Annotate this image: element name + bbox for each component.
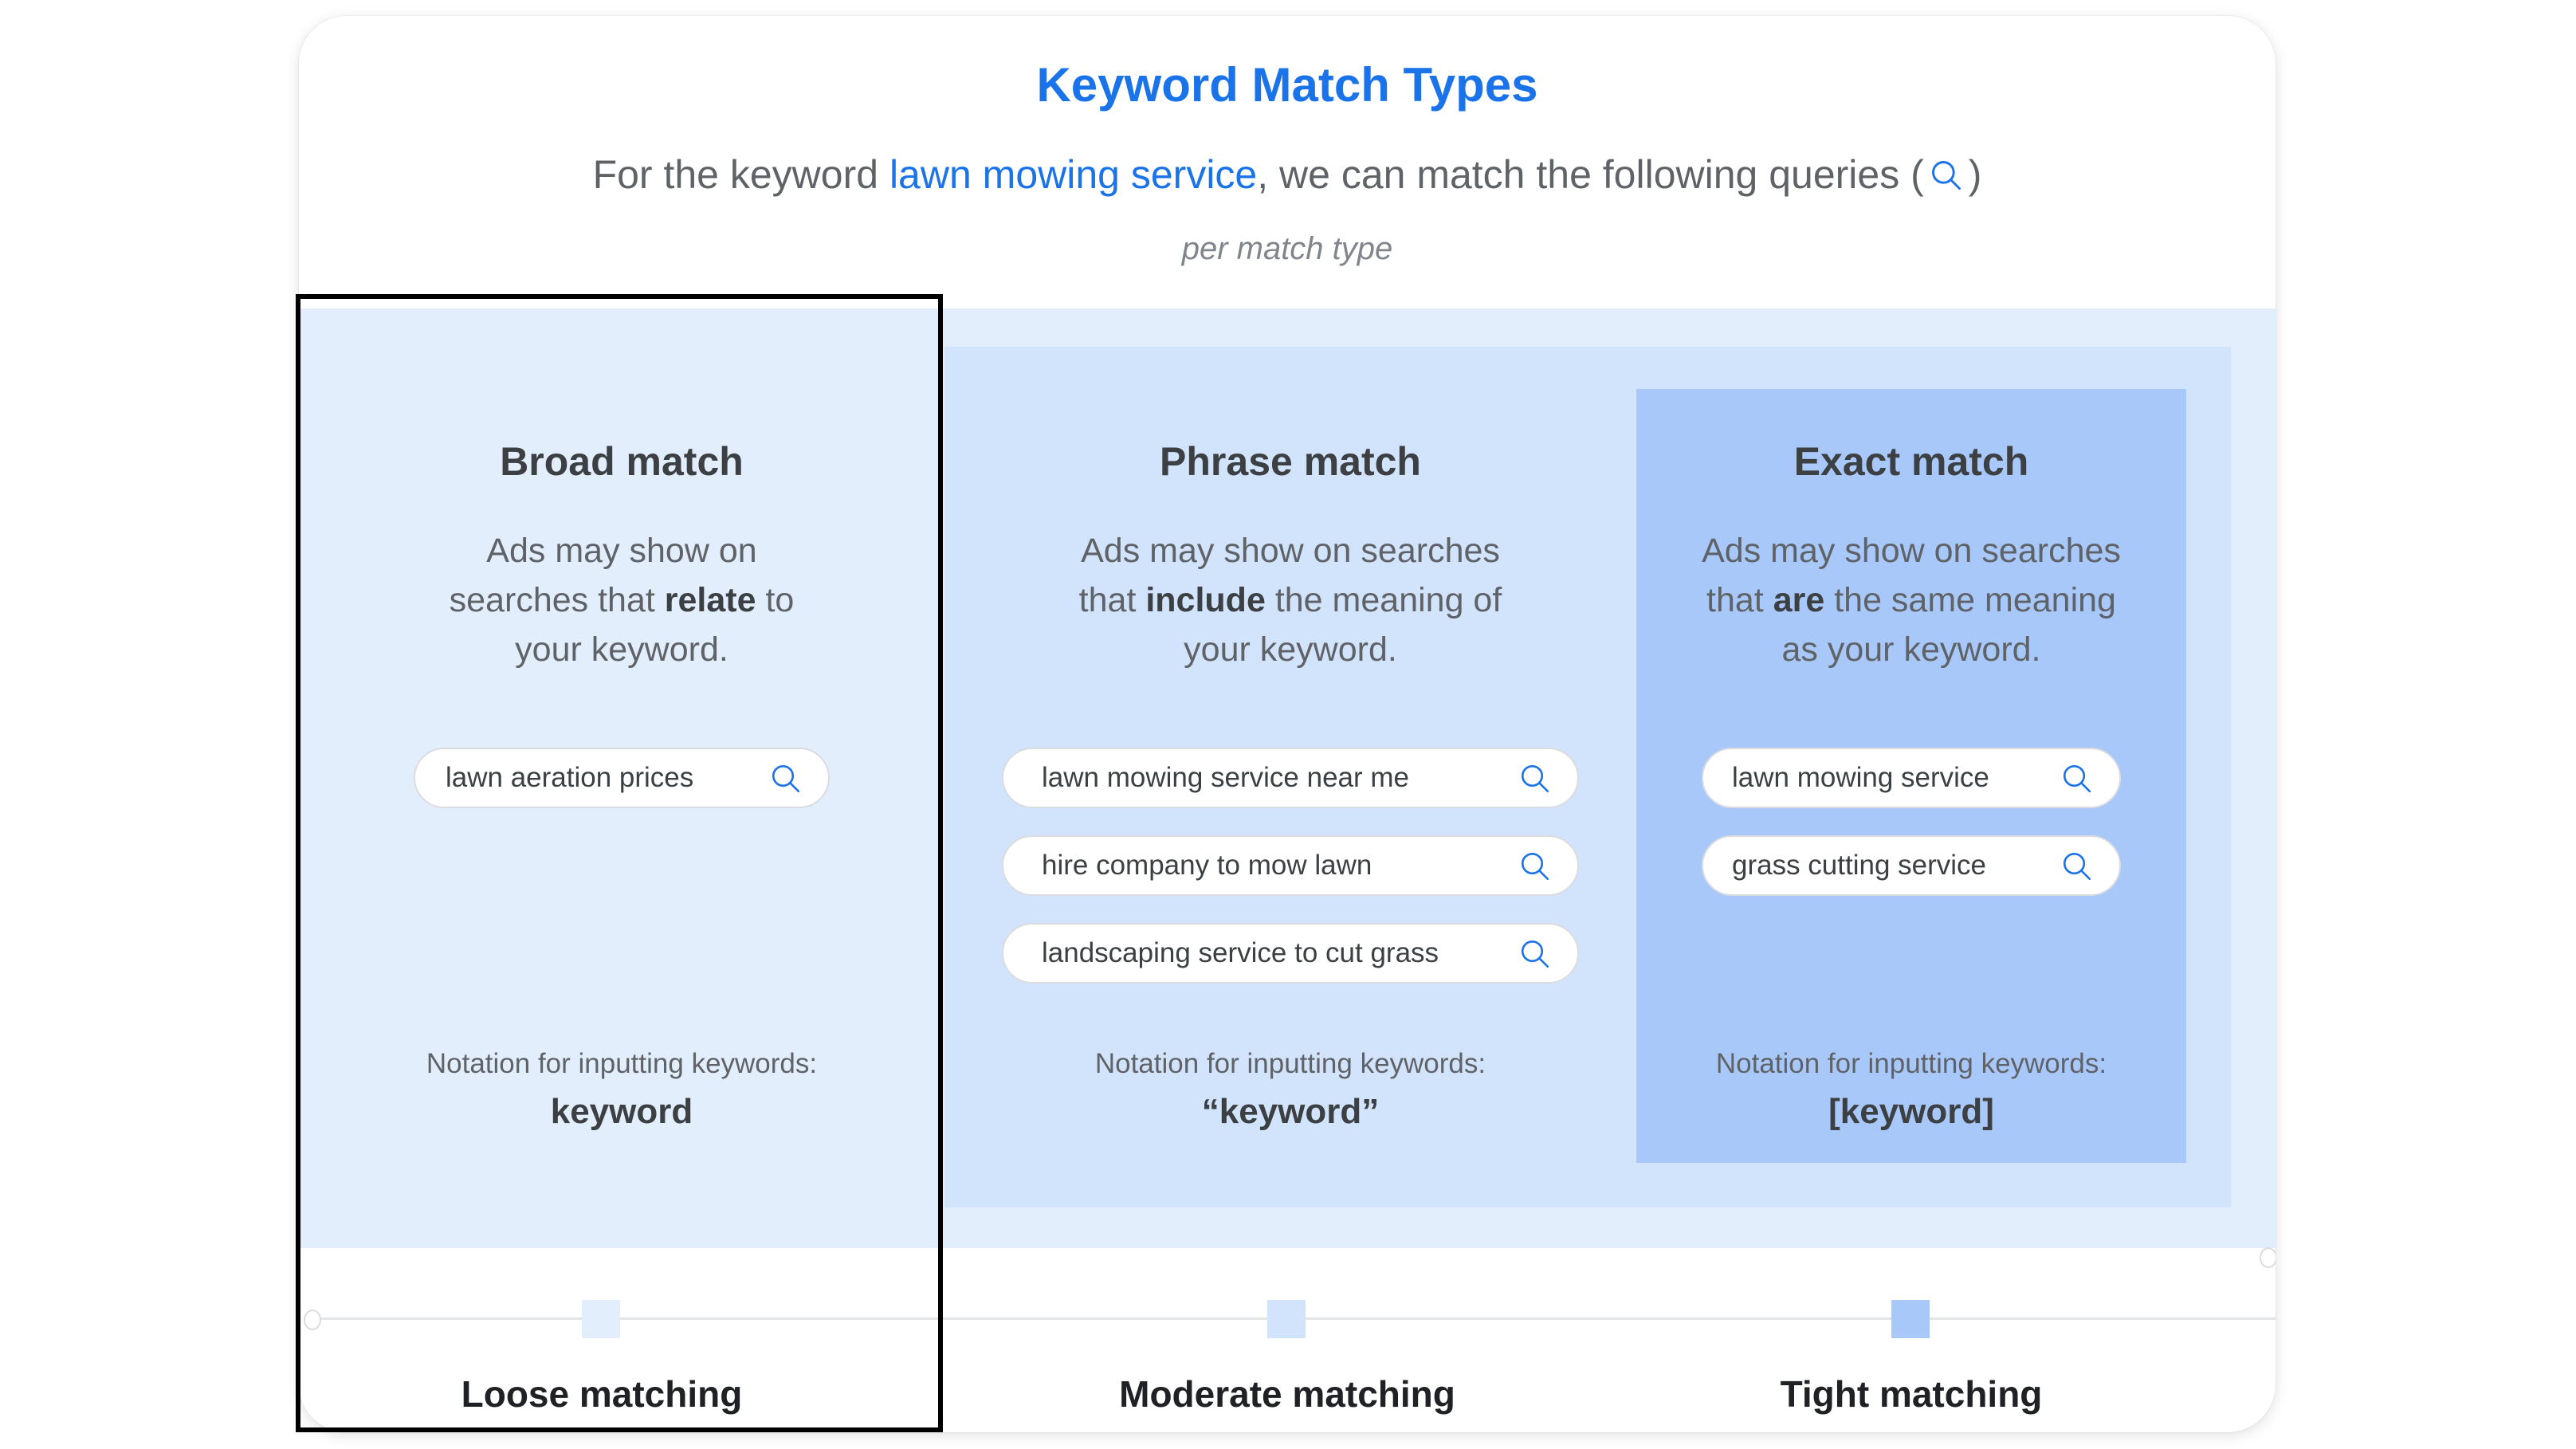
subtitle-suffix: , we can match the following queries (	[1257, 152, 1924, 197]
notation-value: keyword	[550, 1092, 693, 1131]
page-title: Keyword Match Types	[1036, 58, 1538, 112]
query-list: lawn mowing service grass cutting servic…	[1636, 748, 2186, 923]
search-icon[interactable]	[769, 762, 803, 795]
tight-scale-marker	[1891, 1300, 1930, 1338]
subtitle: For the keyword lawn mowing service, we …	[299, 151, 2276, 198]
subtitle-prefix: For the keyword	[592, 152, 889, 197]
scale-start-dot	[304, 1310, 321, 1330]
tight-matching-label: Tight matching	[1780, 1373, 2043, 1415]
subtitle-keyword: lawn mowing service	[889, 152, 1258, 197]
search-icon[interactable]	[2060, 850, 2094, 883]
column-title: Phrase match	[1160, 439, 1421, 484]
column-description: Ads may show on searches that relate to …	[449, 532, 795, 669]
column-description: Ads may show on searches that include th…	[1078, 532, 1502, 669]
query-search-box[interactable]: lawn mowing service	[1702, 748, 2121, 808]
query-search-box[interactable]: grass cutting service	[1702, 835, 2121, 896]
search-icon[interactable]	[1518, 762, 1552, 795]
search-icon[interactable]	[1518, 937, 1552, 971]
search-icon[interactable]	[2060, 762, 2094, 795]
notation-value: “keyword”	[1201, 1092, 1380, 1131]
notation-label: Notation for inputting keywords:	[1094, 1048, 1486, 1079]
column-title: Exact match	[1793, 439, 2029, 484]
notation-label: Notation for inputting keywords:	[426, 1048, 818, 1079]
moderate-scale-marker	[1267, 1300, 1306, 1338]
query-search-box[interactable]: lawn aeration prices	[414, 748, 830, 808]
loose-scale-marker	[582, 1300, 620, 1338]
column-description: Ads may show on searches that are the sa…	[1702, 532, 2121, 669]
column-title: Broad match	[500, 439, 744, 484]
subtitle-close: )	[1968, 152, 1982, 197]
query-list: lawn aeration prices	[299, 748, 944, 835]
scale-end-dot	[2260, 1247, 2276, 1268]
query-search-box[interactable]: landscaping service to cut grass	[1002, 923, 1579, 984]
per-match-type-caption: per match type	[1181, 231, 1393, 266]
moderate-matching-label: Moderate matching	[1119, 1373, 1455, 1415]
notation-label: Notation for inputting keywords:	[1715, 1048, 2107, 1079]
search-icon[interactable]	[1518, 850, 1552, 883]
notation-value: [keyword]	[1828, 1092, 1994, 1131]
query-search-box[interactable]: hire company to mow lawn	[1002, 835, 1579, 896]
match-types-card: Keyword Match Types For the keyword lawn…	[299, 16, 2276, 1432]
query-search-box[interactable]: lawn mowing service near me	[1002, 748, 1579, 808]
loose-matching-label: Loose matching	[461, 1373, 743, 1415]
query-list: lawn mowing service near me hire company…	[944, 748, 1636, 1011]
search-icon	[1931, 161, 1961, 190]
